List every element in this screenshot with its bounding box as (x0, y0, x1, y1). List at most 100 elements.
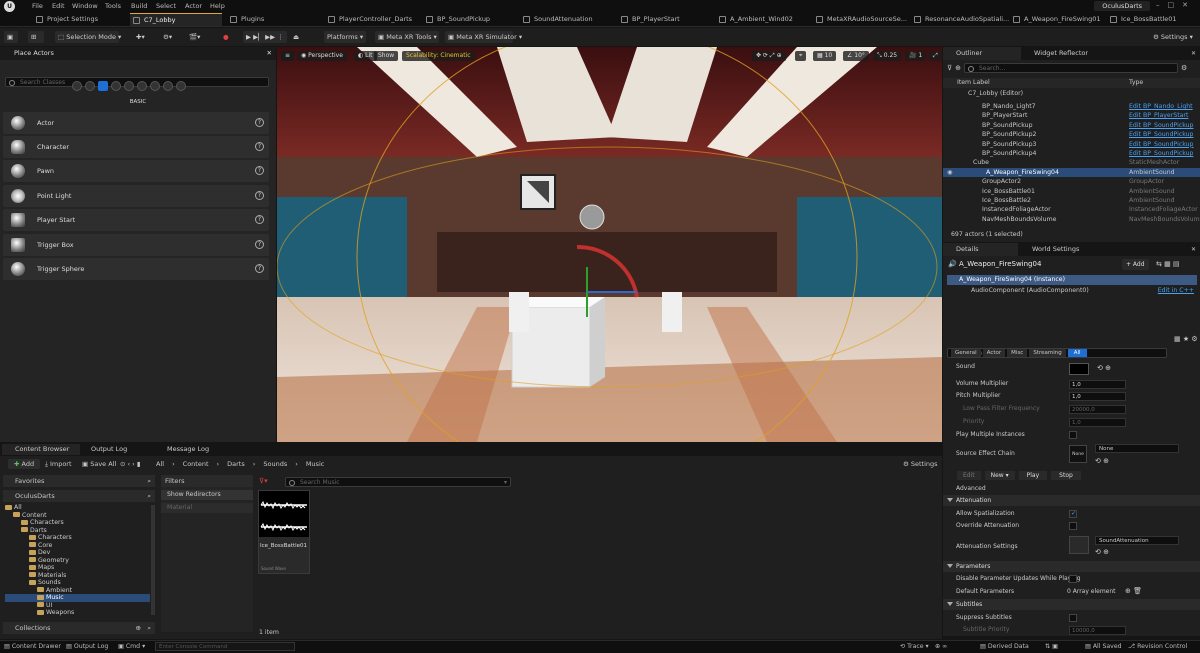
shapes-icon[interactable] (85, 81, 95, 91)
history-nav-icons[interactable]: ⊙ ‹ › ▮ (120, 460, 140, 468)
tab-output-log[interactable]: Output Log (78, 444, 156, 455)
attenuation-dropdown[interactable]: SoundAttenuation (1095, 536, 1179, 545)
level-viewport[interactable]: ≡ ◉ Perspective ◐ Lit Show Scalability: … (277, 47, 942, 442)
actor-item-actor[interactable]: Actor? (3, 112, 269, 134)
outliner-row[interactable]: BP_SoundPickup Edit BP_SoundPickup (943, 121, 1200, 130)
audio-component-row[interactable]: AudioComponent (AudioComponent0) (971, 287, 1089, 294)
add-collection-icon[interactable]: ⊕ (136, 622, 141, 634)
help-icon[interactable]: ? (255, 118, 264, 127)
grid-snap[interactable]: ▦ 10 (813, 51, 837, 61)
lights-icon[interactable] (111, 81, 121, 91)
column-item-label[interactable]: Item Label (957, 78, 990, 88)
search-icon[interactable]: ⌕ (147, 622, 151, 634)
collections-header[interactable]: Collections ⊕ ⌕ (3, 622, 155, 634)
import-button[interactable]: ⤓ Import (45, 460, 72, 469)
maximize-viewport-icon[interactable]: ⤢ (929, 51, 942, 61)
breadcrumb-item[interactable]: All (156, 460, 164, 468)
attenuation-thumbnail[interactable] (1069, 536, 1089, 554)
add-folder-icon[interactable]: ⊕ (955, 64, 961, 72)
breadcrumb-item[interactable]: Sounds (263, 460, 287, 468)
filter-streaming[interactable]: Streaming (1029, 349, 1066, 357)
source-chain-dropdown[interactable]: None (1095, 444, 1179, 453)
help-icon[interactable]: ? (255, 240, 264, 249)
folder-all[interactable]: All (5, 504, 22, 512)
folder-materials[interactable]: Materials (5, 572, 66, 580)
stop-button[interactable]: Stop (1051, 471, 1081, 480)
add-component-button[interactable]: + Add (1122, 259, 1149, 270)
tab-widget-reflector[interactable]: Widget Reflector (1021, 47, 1101, 60)
edit-blueprint-link[interactable]: Edit BP_PlayerStart (1129, 111, 1188, 120)
window-controls[interactable]: –□✕ (1156, 1, 1196, 9)
disable-params-checkbox[interactable] (1069, 575, 1077, 583)
breadcrumb-item[interactable]: Darts (227, 460, 245, 468)
metaxr-simulator-dropdown[interactable]: ▣ Meta XR Simulator ▾ (445, 31, 522, 43)
scale-snap[interactable]: ⤡ 0.25 (873, 51, 902, 61)
actor-item-pawn[interactable]: Pawn? (3, 160, 269, 182)
outliner-row[interactable]: BP_Nando_Light7 Edit BP_Nando_Light (943, 102, 1200, 111)
tab-world-settings[interactable]: World Settings (1019, 243, 1109, 256)
tab-fireswing[interactable]: A_Weapon_FireSwing01 (1010, 13, 1106, 26)
tab-details[interactable]: Details (943, 243, 1018, 256)
metaxr-tools-dropdown[interactable]: ▣ Meta XR Tools ▾ (375, 31, 439, 43)
all-classes-icon[interactable] (176, 81, 186, 91)
folder-content[interactable]: Content (5, 512, 47, 520)
folder-ui[interactable]: UI (5, 602, 52, 610)
settings-button[interactable]: ⚙ Settings ▾ (1150, 31, 1196, 43)
help-icon[interactable]: ? (255, 142, 264, 151)
volume-multiplier-input[interactable]: 1,0 (1069, 380, 1126, 389)
help-icon[interactable]: ? (255, 215, 264, 224)
close-icon[interactable]: ✕ (1191, 50, 1196, 57)
menu-window[interactable]: Window (72, 2, 98, 10)
settings-icon[interactable]: ⚙ (1181, 64, 1187, 72)
tab-bp-playerstart[interactable]: BP_PlayerStart (618, 13, 714, 26)
browse-icons[interactable]: ⟲ ⊕ (1095, 457, 1109, 465)
filter-all[interactable]: All (1067, 349, 1087, 357)
menu-help[interactable]: Help (210, 2, 225, 10)
cinematics-icon[interactable]: 🎬▾ (186, 31, 203, 43)
basic-category-icon[interactable] (98, 81, 108, 91)
volumes-icon[interactable] (163, 81, 173, 91)
source-chain-thumbnail[interactable]: None (1069, 445, 1087, 463)
edit-blueprint-link[interactable]: Edit BP_SoundPickup (1129, 149, 1193, 158)
platforms-dropdown[interactable]: Platforms ▾ (324, 31, 366, 43)
outliner-row[interactable]: BP_SoundPickup4 Edit BP_SoundPickup (943, 149, 1200, 158)
trace-dropdown[interactable]: ⟲ Trace ▾ (900, 643, 929, 650)
section-subtitles[interactable]: Subtitles (943, 599, 1200, 610)
component-instance-row[interactable]: A_Weapon_FireSwing04 (Instance) (947, 275, 1197, 285)
folder-ambient[interactable]: Ambient (5, 587, 72, 595)
menu-file[interactable]: File (32, 2, 43, 10)
save-all-button[interactable]: ▣ Save All (82, 460, 116, 468)
save-icon[interactable]: ▣ (4, 31, 18, 43)
section-attenuation[interactable]: Attenuation (943, 495, 1200, 506)
launch-icon[interactable]: ⏏ (290, 31, 302, 43)
edit-in-cpp-link[interactable]: Edit in C++ (1158, 287, 1194, 294)
edit-blueprint-link[interactable]: Edit BP_SoundPickup (1129, 121, 1193, 130)
tab-message-log[interactable]: Message Log (154, 444, 232, 455)
breadcrumb-item[interactable]: Content (183, 460, 209, 468)
outliner-row[interactable]: BP_SoundPickup3 Edit BP_SoundPickup (943, 140, 1200, 149)
edit-button[interactable]: Edit (957, 471, 981, 480)
edit-blueprint-link[interactable]: Edit BP_Nando_Light (1129, 102, 1193, 111)
menu-tools[interactable]: Tools (105, 2, 121, 10)
edit-blueprint-link[interactable]: Edit BP_SoundPickup (1129, 140, 1193, 149)
breadcrumb-item[interactable]: Music (306, 460, 325, 468)
project-header[interactable]: OculusDarts ⌕ (3, 490, 155, 502)
rotation-snap[interactable]: ∠ 10° (843, 51, 869, 61)
geometry-icon[interactable] (150, 81, 160, 91)
edit-blueprint-link[interactable]: Edit BP_SoundPickup (1129, 130, 1193, 139)
tab-playercontroller[interactable]: PlayerController_Darts (325, 13, 421, 26)
status-icons[interactable]: ⊕ ∞ (935, 643, 947, 650)
surface-snap-icon[interactable]: ⌖ (795, 51, 807, 61)
outliner-row[interactable]: Cube StaticMeshActor (943, 158, 1200, 167)
material-filter[interactable]: Material (161, 503, 253, 513)
selection-mode-dropdown[interactable]: ⬚ Selection Mode ▾ (55, 31, 121, 43)
visibility-eye-icon[interactable]: ◉ (947, 168, 952, 177)
content-drawer-button[interactable]: ▤ Content Drawer (4, 643, 61, 650)
play-controls[interactable]: ▶ ▶▏ ▶▶ ⋮ (243, 31, 287, 43)
details-options-icons[interactable]: ▦ ★ ⚙ (1174, 335, 1198, 343)
favorites-header[interactable]: Favorites ⌕ (3, 475, 155, 487)
override-attenuation-checkbox[interactable] (1069, 522, 1077, 530)
outliner-row[interactable]: Ice_BossBattle01 AmbientSound (943, 187, 1200, 196)
tab-ambient-wind[interactable]: A_Ambient_Wind02 (716, 13, 812, 26)
mode-icon[interactable]: ⊞ (28, 31, 44, 43)
